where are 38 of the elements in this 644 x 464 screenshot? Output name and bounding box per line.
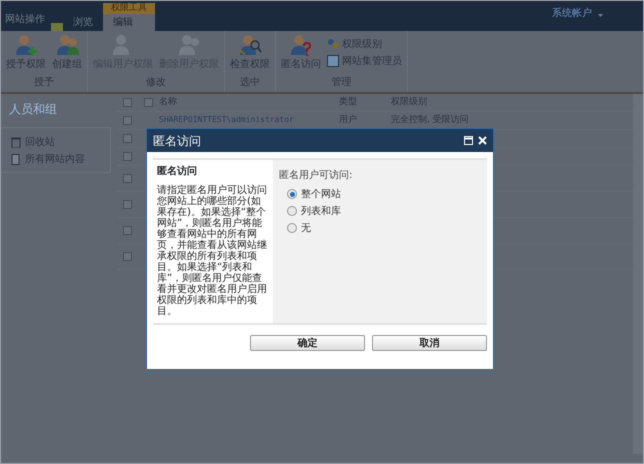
- dialog-button[interactable]: 确定: [250, 335, 365, 351]
- select-all-checkbox[interactable]: [123, 98, 132, 107]
- section-title: 匿名访问: [157, 164, 198, 179]
- row-checkbox[interactable]: [123, 134, 132, 143]
- user-link[interactable]: SHAREPOINTTEST\administrator: [159, 114, 294, 124]
- context-tab-group-label: 权限工具: [103, 3, 155, 14]
- bin-icon: [11, 137, 21, 148]
- site-actions-menu[interactable]: 网站操作: [5, 14, 51, 31]
- nav-heading: 人员和组: [1, 94, 111, 128]
- ribbon-tab[interactable]: 浏览: [63, 14, 103, 31]
- maximize-icon: [464, 136, 473, 145]
- dialog-title: 匿名访问: [153, 132, 201, 150]
- checkbox[interactable]: [144, 98, 153, 107]
- people-icon: [54, 33, 80, 57]
- key-magnifier-icon: [237, 33, 263, 57]
- row-checkbox[interactable]: [123, 226, 132, 235]
- dialog-button[interactable]: 取消: [372, 335, 487, 351]
- field-label: 匿名用户可访问:: [279, 168, 354, 183]
- picture-icon: [327, 55, 339, 67]
- row-checkbox[interactable]: [123, 174, 132, 183]
- user-menu[interactable]: 系统帐户: [552, 8, 598, 31]
- row-checkbox[interactable]: [123, 152, 132, 161]
- document-icon: [11, 154, 21, 165]
- row-checkbox[interactable]: [123, 252, 132, 261]
- row-checkbox[interactable]: [123, 200, 132, 209]
- ribbon-tab[interactable]: 编辑: [103, 14, 155, 31]
- radio-option[interactable]: 整个网站: [279, 186, 481, 202]
- person-question-icon: [288, 33, 314, 57]
- row-checkbox[interactable]: [123, 116, 132, 125]
- people-icon: [327, 38, 339, 50]
- description: 请指定匿名用户可以访问您网站上的哪些部分(如果存在)。如果选择“整个网站”，则匿名用户将能够查看网站中的所有网页，并能查看从该网站继承权限的所有列表和项目。如果选择“列表和库”，则匿名用户仅能查看并更改对匿名用户启用权限的列表和库中的项目。: [157, 185, 268, 317]
- folder-icon: [51, 21, 63, 31]
- radio-option[interactable]: 无: [279, 220, 481, 236]
- close-icon: [478, 136, 487, 145]
- caret-icon: [598, 14, 603, 17]
- radio-option[interactable]: 列表和库: [279, 202, 481, 220]
- scrollbar[interactable]: [633, 94, 643, 454]
- person-plus-icon: [13, 33, 39, 57]
